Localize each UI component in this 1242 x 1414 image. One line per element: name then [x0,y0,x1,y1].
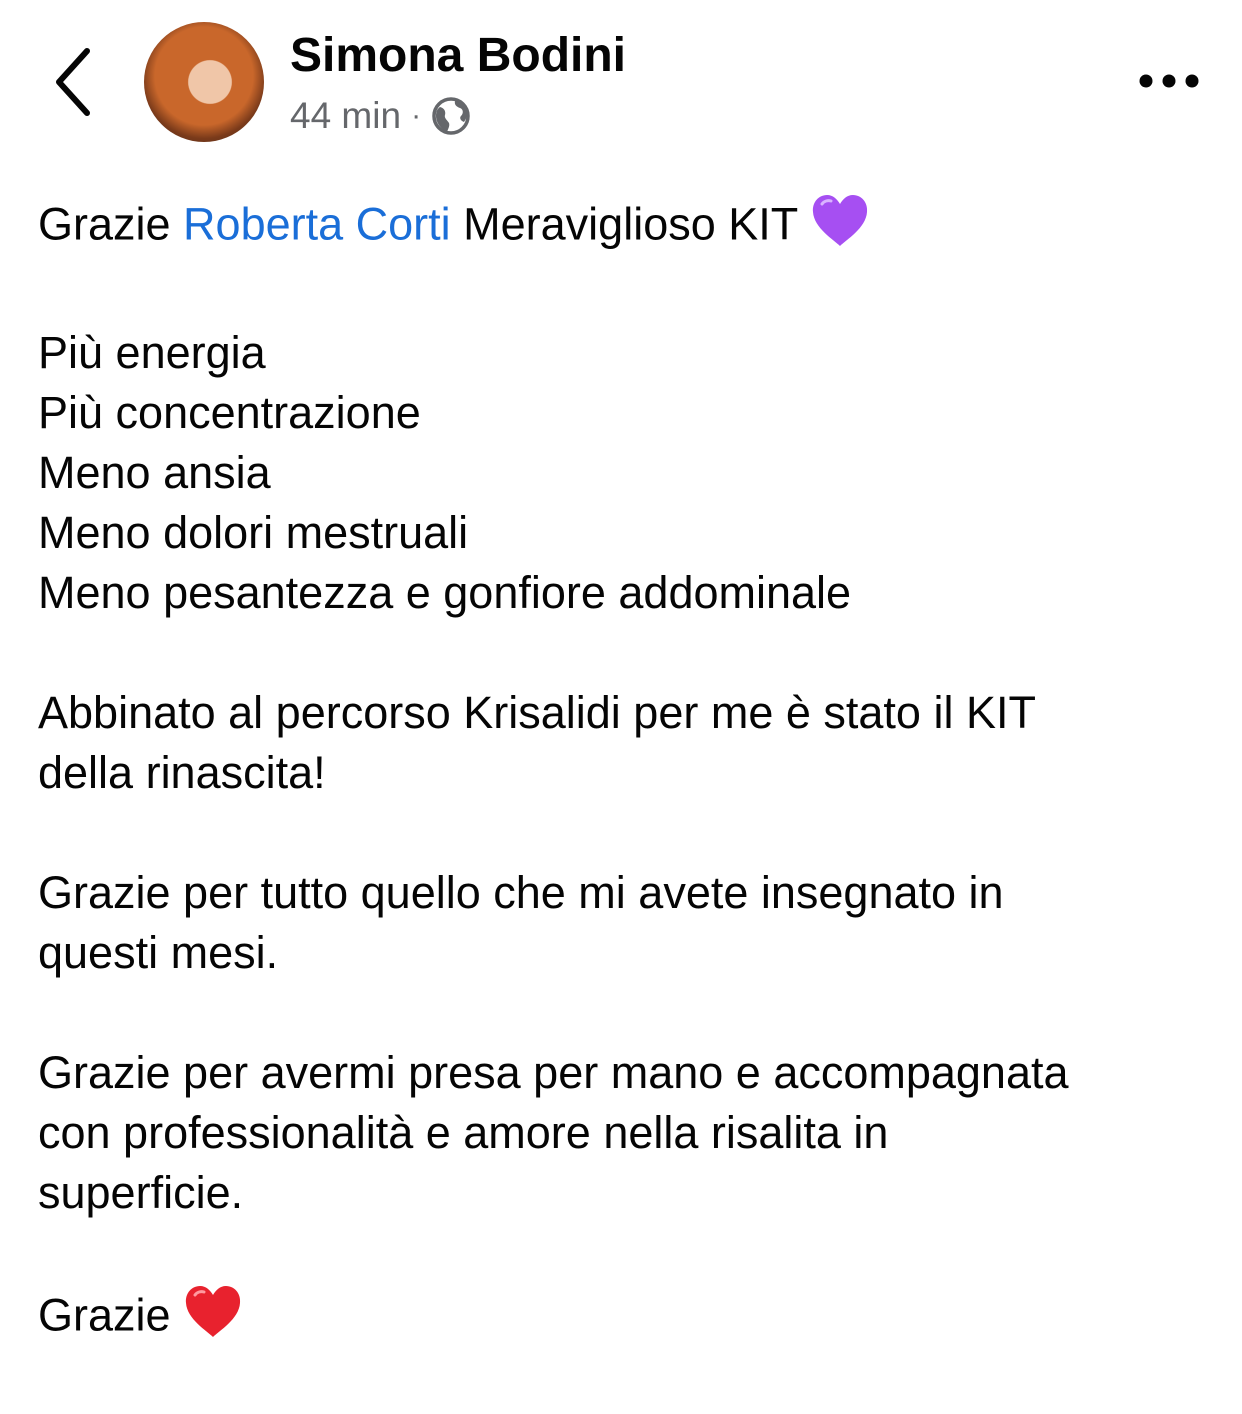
benefit-item: Più concentrazione [38,387,421,438]
paragraph-line: della rinascita! [38,747,326,798]
paragraph-line: questi mesi. [38,927,279,978]
paragraph-line: Grazie per avermi presa per mano e accom… [38,1047,1069,1098]
benefits-list: Più energia Più concentrazione Meno ansi… [38,323,1218,623]
benefit-item: Più energia [38,327,266,378]
intro-line: Grazie Roberta Corti Meraviglioso KIT [38,192,1218,263]
post-timestamp[interactable]: 44 min [290,95,401,137]
chevron-left-icon [56,48,90,116]
post-closing: Grazie [38,1283,1218,1354]
paragraph-thanks-teaching: Grazie per tutto quello che mi avete ins… [38,863,1218,983]
benefit-item: Meno ansia [38,447,271,498]
avatar[interactable] [144,22,264,142]
closing-text: Grazie [38,1289,171,1341]
benefit-item: Meno pesantezza e gonfiore addominale [38,567,852,618]
post-header: Simona Bodini 44 min · [0,0,1242,160]
globe-icon[interactable] [431,96,471,136]
meta-separator: · [411,99,422,132]
author-name[interactable]: Simona Bodini [290,28,626,83]
mention-link[interactable]: Roberta Corti [183,198,451,249]
paragraph-line: Abbinato al percorso Krisalidi per me è … [38,687,1036,738]
paragraph-line: Grazie per tutto quello che mi avete ins… [38,867,1004,918]
paragraph-krisalidi: Abbinato al percorso Krisalidi per me è … [38,683,1218,803]
benefit-item: Meno dolori mestruali [38,507,469,558]
post-meta: 44 min · [290,92,471,140]
paragraph-line: superficie. [38,1167,244,1218]
post-intro: Grazie Roberta Corti Meraviglioso KIT [38,192,1218,263]
more-options-button[interactable] [1134,58,1204,104]
post-body: Grazie Roberta Corti Meraviglioso KIT Pi… [38,192,1218,1414]
back-button[interactable] [38,40,108,124]
more-horizontal-icon [1139,74,1199,88]
intro-text-before: Grazie [38,198,184,250]
purple-heart-icon [810,192,870,263]
intro-text-after: Meraviglioso KIT [450,198,798,250]
paragraph-thanks-support: Grazie per avermi presa per mano e accom… [38,1043,1218,1223]
closing-line: Grazie [38,1283,1218,1354]
paragraph-line: con professionalità e amore nella risali… [38,1107,889,1158]
red-heart-icon [183,1283,243,1354]
